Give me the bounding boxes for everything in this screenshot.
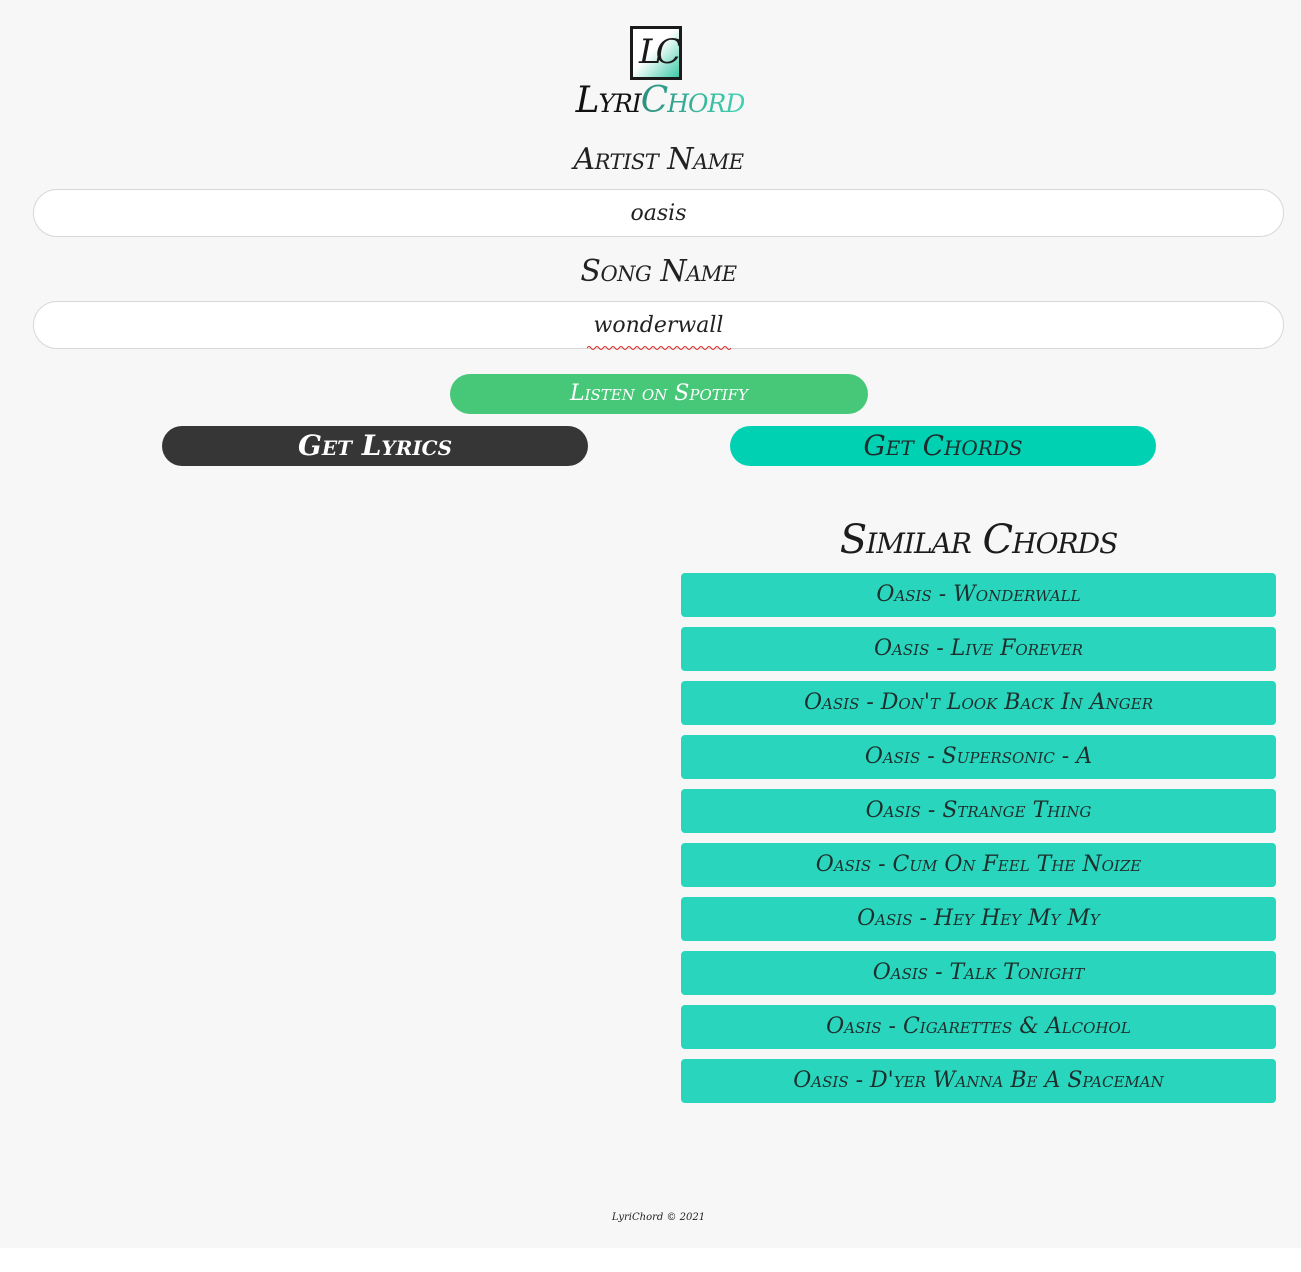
similar-chord-item[interactable]: Oasis - Supersonic - A <box>681 735 1276 779</box>
spellcheck-underline <box>587 346 731 350</box>
logo-wordmark-part1: Lyri <box>575 80 642 121</box>
similar-chord-item[interactable]: Oasis - Don't Look Back In Anger <box>681 681 1276 725</box>
similar-chord-item[interactable]: Oasis - Wonderwall <box>681 573 1276 617</box>
similar-chord-item[interactable]: Oasis - D'yer Wanna Be A Spaceman <box>681 1059 1276 1103</box>
song-name-label: Song Name <box>580 254 737 289</box>
footer-copyright: LyriChord © 2021 <box>611 1212 706 1223</box>
site-logo[interactable]: LC LyriChord <box>550 24 770 124</box>
song-name-input[interactable] <box>33 301 1284 349</box>
artist-name-input[interactable] <box>33 189 1284 237</box>
lyrichord-logo-icon: LC <box>630 26 682 80</box>
similar-chords-title: Similar Chords <box>839 517 1119 563</box>
get-chords-button[interactable]: Get Chords <box>730 426 1156 466</box>
listen-on-spotify-button[interactable]: Listen on Spotify <box>450 374 868 414</box>
similar-chord-item[interactable]: Oasis - Cigarettes & Alcohol <box>681 1005 1276 1049</box>
get-lyrics-button[interactable]: Get Lyrics <box>162 426 588 466</box>
similar-chord-item[interactable]: Oasis - Cum On Feel The Noize <box>681 843 1276 887</box>
logo-wordmark-part2: Chord <box>640 80 746 121</box>
artist-name-label: Artist Name <box>573 142 744 177</box>
similar-chords-list: Oasis - Wonderwall Oasis - Live Forever … <box>681 573 1276 1113</box>
similar-chord-item[interactable]: Oasis - Live Forever <box>681 627 1276 671</box>
similar-chord-item[interactable]: Oasis - Talk Tonight <box>681 951 1276 995</box>
logo-wordmark: LyriChord <box>550 80 770 122</box>
page: LC LyriChord Artist Name Song Name Liste… <box>0 0 1301 1248</box>
similar-chord-item[interactable]: Oasis - Hey Hey My My <box>681 897 1276 941</box>
similar-chord-item[interactable]: Oasis - Strange Thing <box>681 789 1276 833</box>
logo-mark-text: LC <box>639 32 682 72</box>
